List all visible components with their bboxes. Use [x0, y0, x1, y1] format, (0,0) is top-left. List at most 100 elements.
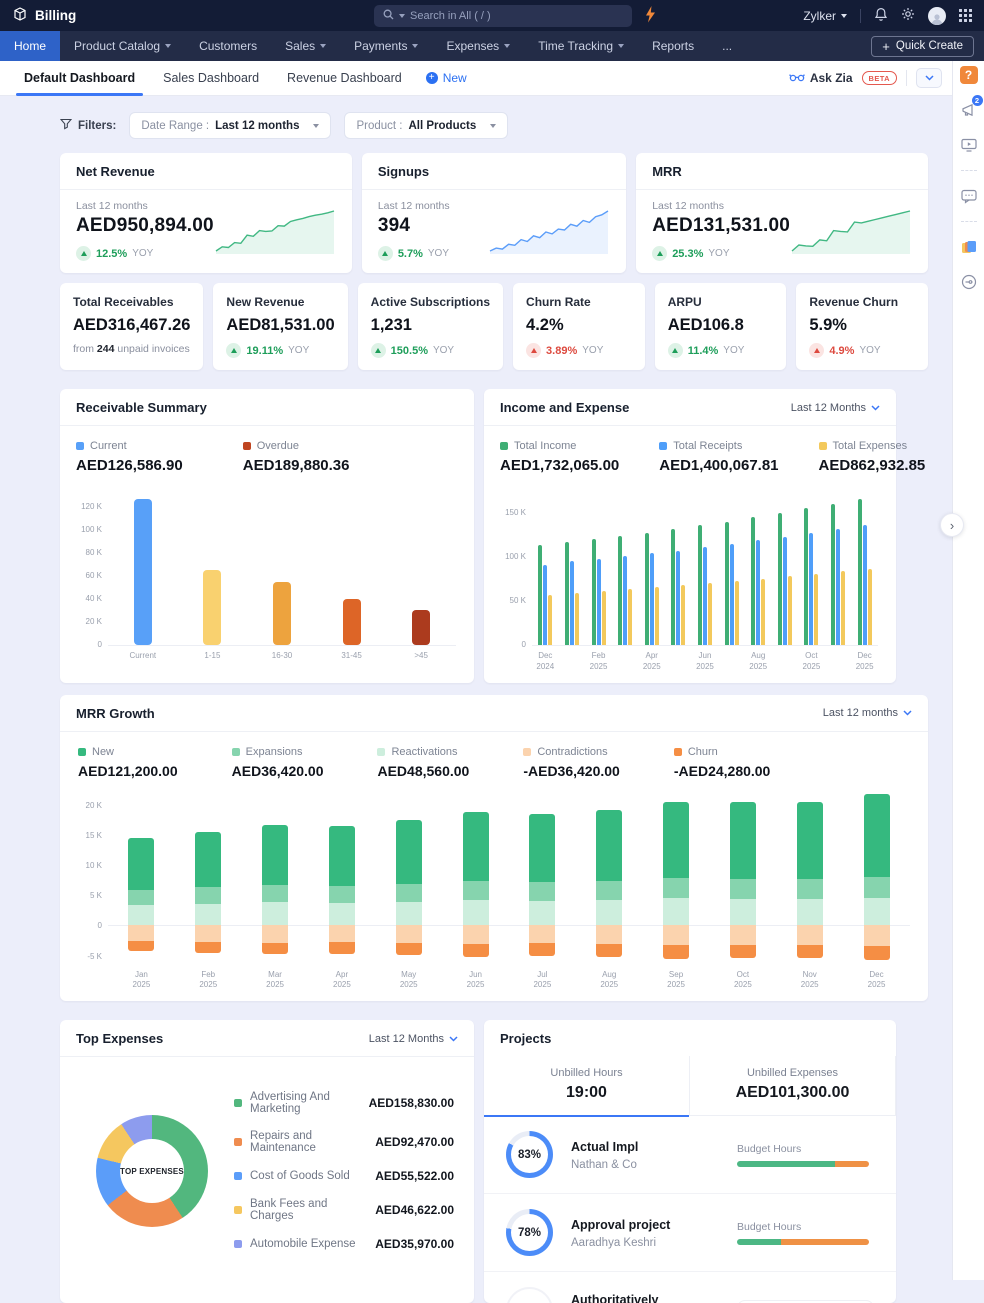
- receivable-chart[interactable]: 020 K40 K60 K80 K100 K120 K Current1-151…: [60, 480, 474, 672]
- nav-item--[interactable]: ...: [708, 31, 746, 61]
- bar-total-income[interactable]: [751, 517, 755, 645]
- mrr-growth-chart[interactable]: 20 K15 K10 K5 K0-5 K Jan2025Feb2025Mar20…: [60, 783, 928, 1002]
- video-icon[interactable]: [959, 135, 979, 155]
- bar-total-expenses[interactable]: [735, 581, 739, 645]
- bar-total-income[interactable]: [831, 504, 835, 645]
- bar-total-receipts[interactable]: [570, 561, 574, 645]
- bar-total-income[interactable]: [565, 542, 569, 645]
- bar-31-45[interactable]: [343, 599, 361, 645]
- bar-total-expenses[interactable]: [814, 574, 818, 646]
- bar-total-receipts[interactable]: [703, 547, 707, 645]
- chat-icon[interactable]: [959, 186, 979, 206]
- income-expense-chart[interactable]: 050 K100 K150 K Dec2024Feb2025Apr2025Jun…: [484, 480, 896, 683]
- bar-total-expenses[interactable]: [681, 585, 685, 645]
- stacked-bar[interactable]: [529, 793, 555, 965]
- apps-icon[interactable]: [959, 237, 979, 257]
- notifications-bell-icon[interactable]: [874, 7, 888, 25]
- mrr-growth-title: MRR Growth: [76, 706, 155, 721]
- bar-total-income[interactable]: [778, 513, 782, 645]
- stacked-bar[interactable]: [262, 793, 288, 965]
- search-input[interactable]: Search in All ( / ): [374, 5, 632, 27]
- stacked-bar[interactable]: [797, 793, 823, 965]
- bar-total-income[interactable]: [645, 533, 649, 645]
- nav-item-reports[interactable]: Reports: [638, 31, 708, 61]
- help-icon[interactable]: ?: [959, 65, 979, 85]
- bar-total-income[interactable]: [858, 499, 862, 645]
- bar-total-expenses[interactable]: [628, 589, 632, 645]
- bar-total-receipts[interactable]: [676, 551, 680, 645]
- collapse-tabs-button[interactable]: [916, 68, 942, 88]
- apps-grid-icon[interactable]: [959, 9, 972, 22]
- bar-total-expenses[interactable]: [761, 579, 765, 645]
- quick-create-button[interactable]: + Quick Create: [871, 36, 974, 57]
- bar-total-receipts[interactable]: [783, 537, 787, 646]
- bar-total-expenses[interactable]: [602, 591, 606, 645]
- mrr-range-select[interactable]: Last 12 months: [823, 707, 912, 719]
- top-expenses-range-select[interactable]: Last 12 Months: [369, 1033, 458, 1045]
- bar->45[interactable]: [412, 610, 430, 645]
- new-dashboard-button[interactable]: + New: [416, 71, 477, 85]
- bar-total-receipts[interactable]: [623, 556, 627, 645]
- nav-item-payments[interactable]: Payments: [340, 31, 432, 61]
- bar-total-income[interactable]: [592, 539, 596, 645]
- tab-sales-dashboard[interactable]: Sales Dashboard: [149, 61, 273, 96]
- tab-revenue-dashboard[interactable]: Revenue Dashboard: [273, 61, 416, 96]
- stacked-bar[interactable]: [396, 793, 422, 965]
- top-expenses-donut-chart[interactable]: TOP EXPENSES: [96, 1115, 208, 1227]
- income-expense-range-select[interactable]: Last 12 Months: [791, 402, 880, 414]
- expand-panel-button[interactable]: ›: [940, 513, 964, 537]
- search-scope-caret-icon[interactable]: [399, 14, 405, 18]
- bar-total-income[interactable]: [698, 525, 702, 645]
- bar-total-receipts[interactable]: [650, 553, 654, 645]
- ask-zia-button[interactable]: Ask Zia: [789, 71, 853, 85]
- org-switcher[interactable]: Zylker: [803, 9, 847, 23]
- settings-icon[interactable]: [959, 272, 979, 292]
- bar-total-expenses[interactable]: [548, 595, 552, 645]
- nav-item-customers[interactable]: Customers: [185, 31, 271, 61]
- bar-total-receipts[interactable]: [730, 544, 734, 646]
- bar-total-expenses[interactable]: [788, 576, 792, 645]
- tab-default-dashboard[interactable]: Default Dashboard: [10, 61, 149, 96]
- bar-total-income[interactable]: [671, 529, 675, 645]
- user-avatar[interactable]: [928, 7, 946, 25]
- nav-item-time-tracking[interactable]: Time Tracking: [524, 31, 638, 61]
- bar-total-receipts[interactable]: [863, 525, 867, 645]
- bar-1-15[interactable]: [203, 570, 221, 645]
- bar-total-expenses[interactable]: [868, 569, 872, 645]
- stacked-bar[interactable]: [329, 793, 355, 965]
- nav-item-product-catalog[interactable]: Product Catalog: [60, 31, 185, 61]
- stacked-bar[interactable]: [663, 793, 689, 965]
- bar-total-receipts[interactable]: [543, 565, 547, 645]
- bar-16-30[interactable]: [273, 582, 291, 646]
- stacked-bar[interactable]: [596, 793, 622, 965]
- stacked-bar[interactable]: [463, 793, 489, 965]
- bar-total-expenses[interactable]: [841, 571, 845, 645]
- settings-gear-icon[interactable]: [901, 7, 915, 24]
- projects-tab-unbilled-expenses[interactable]: Unbilled ExpensesAED101,300.00: [689, 1056, 896, 1116]
- bar-total-receipts[interactable]: [756, 540, 760, 645]
- projects-tab-unbilled-hours[interactable]: Unbilled Hours19:00: [484, 1056, 689, 1116]
- stacked-bar[interactable]: [128, 793, 154, 965]
- bar-total-income[interactable]: [618, 536, 622, 645]
- product-select[interactable]: Product : All Products: [344, 112, 508, 139]
- stacked-bar[interactable]: [864, 793, 890, 965]
- bar-total-receipts[interactable]: [809, 533, 813, 645]
- bar-total-expenses[interactable]: [655, 587, 659, 645]
- feedback-icon[interactable]: 2: [959, 100, 979, 120]
- bar-total-income[interactable]: [804, 508, 808, 645]
- bar-total-expenses[interactable]: [575, 593, 579, 645]
- bar-total-expenses[interactable]: [708, 583, 712, 645]
- lightning-icon[interactable]: [645, 6, 656, 28]
- bar-total-receipts[interactable]: [597, 559, 601, 646]
- nav-item-expenses[interactable]: Expenses: [432, 31, 524, 61]
- bar-total-income[interactable]: [538, 545, 542, 645]
- brand[interactable]: Billing: [12, 6, 76, 25]
- date-range-select[interactable]: Date Range : Last 12 months: [129, 112, 331, 139]
- nav-item-home[interactable]: Home: [0, 31, 60, 61]
- stacked-bar[interactable]: [195, 793, 221, 965]
- bar-total-receipts[interactable]: [836, 529, 840, 645]
- stacked-bar[interactable]: [730, 793, 756, 965]
- bar-total-income[interactable]: [725, 522, 729, 646]
- nav-item-sales[interactable]: Sales: [271, 31, 340, 61]
- bar-current[interactable]: [134, 499, 152, 645]
